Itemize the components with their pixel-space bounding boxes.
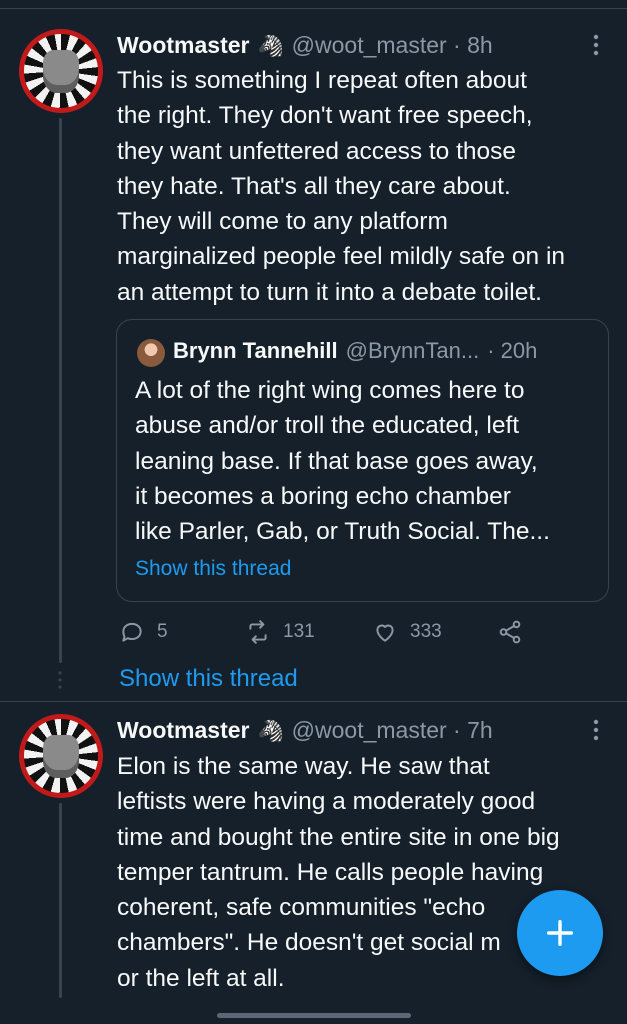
zebra-badge-icon-2: 🦓	[257, 720, 284, 743]
quote-handle: @BrynnTan...	[345, 338, 480, 363]
reply-icon	[122, 622, 142, 642]
quote-time: · 20h	[487, 338, 538, 363]
more-icon[interactable]	[588, 34, 604, 56]
quote-text: A lot of the right wing comes here to ab…	[135, 377, 550, 546]
home-indicator	[217, 1013, 411, 1018]
share-icon	[499, 620, 521, 644]
share-button[interactable]	[497, 619, 535, 645]
reply-count: 5	[157, 621, 168, 642]
thread-connector-line-2	[59, 803, 62, 998]
quote-header: Brynn Tannehill @BrynnTan... · 20h	[173, 338, 537, 364]
tweet-divider	[0, 701, 627, 702]
avatar-wootmaster[interactable]	[19, 29, 103, 113]
retweet-icon	[249, 620, 267, 644]
thread-connector-line	[59, 118, 62, 663]
tweet1-display-name[interactable]: Wootmaster	[117, 32, 250, 59]
tweet1-header: Wootmaster 🦓 @woot_master · 8h	[117, 32, 493, 59]
zebra-badge-icon: 🦓	[257, 35, 284, 58]
plus-icon	[546, 919, 574, 947]
heart-icon	[376, 624, 394, 642]
like-count: 333	[410, 621, 442, 642]
quote-display-name: Brynn Tannehill	[173, 338, 338, 363]
retweet-button[interactable]: 131	[245, 619, 315, 645]
more-icon-2[interactable]	[588, 719, 604, 741]
reply-button[interactable]: 5	[119, 619, 168, 645]
retweet-count: 131	[283, 621, 315, 642]
tweet1-handle-time[interactable]: @woot_master · 8h	[292, 32, 493, 59]
tweet2-handle-time[interactable]: @woot_master · 7h	[292, 717, 493, 744]
tweet2-display-name[interactable]: Wootmaster	[117, 717, 250, 744]
show-this-thread-link[interactable]: Show this thread	[119, 665, 298, 693]
quote-show-thread-link[interactable]: Show this thread	[135, 557, 291, 581]
compose-tweet-button[interactable]	[517, 890, 603, 976]
like-button[interactable]: 333	[372, 619, 442, 645]
top-divider	[0, 8, 627, 9]
avatar-wootmaster-2[interactable]	[19, 714, 103, 798]
tweet2-header: Wootmaster 🦓 @woot_master · 7h	[117, 717, 493, 744]
thread-gap-dots	[58, 670, 62, 690]
tweet1-text: This is something I repeat often about t…	[117, 67, 566, 306]
avatar-brynn	[137, 339, 165, 367]
